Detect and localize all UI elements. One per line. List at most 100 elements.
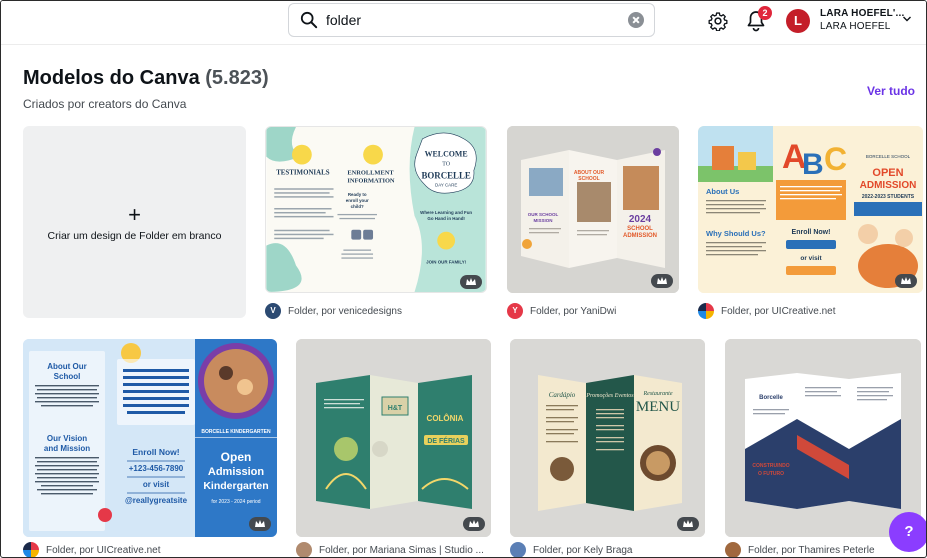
- template-card-3[interactable]: About Us Why Should Us? A B C Enroll Now…: [698, 126, 923, 293]
- template-4-text-open: Open: [221, 450, 252, 464]
- search-input[interactable]: [326, 5, 628, 35]
- template-3-text-enroll: Enroll Now!: [792, 229, 831, 236]
- template-4-text-period: for 2023 - 2024 period: [211, 499, 260, 505]
- section-subtitle: Criados por creators do Canva: [23, 97, 187, 111]
- section-title: Modelos do Canva (5.823): [23, 67, 269, 90]
- template-card-6[interactable]: Cardápio Promoções Eventos Restaurante M…: [510, 339, 705, 537]
- template-thumbnail-1: TESTIMONIALS ENROLLMENT INFORMATION Read…: [266, 127, 486, 292]
- template-thumbnail-4: About Our School Our Vision and Mission …: [23, 339, 277, 537]
- template-caption-text: Folder, por Kely Braga: [533, 544, 633, 556]
- template-caption-7[interactable]: Folder, por Thamires Peterle: [725, 542, 875, 557]
- template-thumbnail-2: ABOUT OUR SCHOOL 2024 SCHOOL ADMISSION O…: [507, 126, 679, 293]
- create-blank-design-label: Criar um design de Folder em branco: [47, 230, 222, 242]
- section-count: (5.823): [205, 67, 269, 89]
- team-name[interactable]: LARA HOEFEL: [820, 21, 891, 32]
- template-2-text-2024: 2024: [629, 214, 652, 225]
- template-caption-text: Folder, por YaniDwi: [530, 305, 617, 317]
- premium-badge: [677, 517, 699, 531]
- creator-avatar: [698, 303, 714, 319]
- template-card-5[interactable]: H&T COLÔNIA DE FÉRIAS: [296, 339, 491, 537]
- template-5-text-colonia: COLÔNIA: [427, 414, 464, 423]
- premium-badge: [895, 274, 917, 288]
- template-3-text-about: About Us: [706, 187, 739, 196]
- template-2-text-school: SCHOOL: [578, 176, 599, 182]
- template-6-text-menu: MENU: [636, 399, 680, 415]
- premium-badge: [249, 517, 271, 531]
- template-1-text-hand: Go Hand in Hand!: [427, 216, 465, 221]
- template-1-text-join: JOIN OUR FAMILY!: [426, 259, 467, 264]
- template-caption-4[interactable]: Folder, por UICreative.net: [23, 542, 161, 557]
- see-all-link[interactable]: Ver tudo: [867, 84, 915, 98]
- template-7-text-futuro: O FUTURO: [758, 471, 784, 477]
- template-card-2[interactable]: ABOUT OUR SCHOOL 2024 SCHOOL ADMISSION O…: [507, 126, 679, 293]
- creator-avatar: Y: [507, 303, 523, 319]
- help-button[interactable]: ?: [889, 512, 926, 552]
- creator-avatar: [725, 542, 741, 557]
- template-2-text-school2: SCHOOL: [627, 226, 653, 232]
- template-3-text-open: OPEN: [872, 167, 903, 179]
- template-caption-3[interactable]: Folder, por UICreative.net: [698, 303, 836, 319]
- template-2-text-our: OUR SCHOOL: [528, 212, 559, 217]
- template-1-text-borcelle: BORCELLE: [421, 170, 470, 180]
- search-bar[interactable]: [288, 3, 655, 37]
- template-caption-1[interactable]: V Folder, por venicedesigns: [265, 303, 402, 319]
- creator-avatar: V: [265, 303, 281, 319]
- template-card-1[interactable]: TESTIMONIALS ENROLLMENT INFORMATION Read…: [265, 126, 487, 293]
- template-1-text-daycare: DAY CARE: [435, 182, 457, 187]
- template-1-text-to: TO: [442, 162, 451, 168]
- template-6-text-promo: Promoções Eventos: [585, 393, 634, 399]
- template-3-text-admission: ADMISSION: [860, 180, 917, 191]
- template-4-text-admission: Admission: [208, 466, 265, 478]
- template-card-7[interactable]: Borcelle CONSTRUINDO O FUTURO: [725, 339, 921, 537]
- template-card-4[interactable]: About Our School Our Vision and Mission …: [23, 339, 277, 537]
- gear-icon[interactable]: [708, 11, 728, 31]
- template-1-text-ready: Ready to: [348, 192, 367, 197]
- premium-badge: [463, 517, 485, 531]
- template-caption-text: Folder, por venicedesigns: [288, 305, 402, 317]
- creator-avatar: [23, 542, 39, 557]
- user-name[interactable]: LARA HOEFEL'...: [820, 8, 904, 19]
- notification-count-badge: 2: [758, 6, 772, 20]
- template-caption-2[interactable]: Y Folder, por YaniDwi: [507, 303, 616, 319]
- template-4-text-school: School: [54, 372, 81, 381]
- top-bar: 2 L LARA HOEFEL'... LARA HOEFEL: [1, 1, 926, 45]
- template-caption-text: Folder, por Mariana Simas | Studio ...: [319, 544, 484, 556]
- template-5-text-ferias: DE FÉRIAS: [427, 436, 465, 445]
- template-4-text-mission: and Mission: [44, 444, 90, 453]
- template-4-text-visit: or visit: [143, 480, 170, 489]
- template-thumbnail-5: H&T COLÔNIA DE FÉRIAS: [296, 339, 491, 537]
- template-thumbnail-6: Cardápio Promoções Eventos Restaurante M…: [510, 339, 705, 537]
- template-caption-6[interactable]: Folder, por Kely Braga: [510, 542, 633, 557]
- template-3-text-school: BORCELLE SCHOOL: [866, 154, 911, 159]
- template-5-text-ht: H&T: [388, 405, 403, 412]
- template-caption-5[interactable]: Folder, por Mariana Simas | Studio ...: [296, 542, 484, 557]
- template-7-text-borcelle: Borcelle: [759, 395, 783, 401]
- template-1-text-information: INFORMATION: [347, 177, 395, 184]
- template-thumbnail-7: Borcelle CONSTRUINDO O FUTURO: [725, 339, 921, 537]
- template-6-text-restaurante: Restaurante: [643, 391, 673, 397]
- template-4-text-enroll: Enroll Now!: [132, 447, 179, 457]
- template-4-text-site: @reallygreatsite: [125, 496, 188, 505]
- chevron-down-icon[interactable]: [902, 14, 912, 24]
- clear-search-icon[interactable]: [628, 12, 644, 28]
- create-blank-design-card[interactable]: + Criar um design de Folder em branco: [23, 126, 246, 318]
- template-7-text-construindo: CONSTRUINDO: [752, 463, 789, 469]
- template-caption-text: Folder, por UICreative.net: [46, 544, 161, 556]
- search-icon: [300, 11, 318, 29]
- user-avatar[interactable]: L: [786, 9, 810, 33]
- plus-icon: +: [128, 202, 141, 227]
- template-1-text-testimonials: TESTIMONIALS: [276, 169, 330, 176]
- section-title-text: Modelos do Canva: [23, 67, 200, 89]
- template-2-text-admission: ADMISSION: [623, 233, 657, 239]
- template-6-text-cardapio: Cardápio: [549, 391, 576, 399]
- template-thumbnail-3: About Us Why Should Us? A B C Enroll Now…: [698, 126, 923, 293]
- template-1-text-enroll: enroll your: [346, 198, 369, 203]
- crown-icon: [683, 520, 693, 527]
- template-4-text-borcelle: BORCELLE KINDERGARTEN: [201, 429, 271, 435]
- template-caption-text: Folder, por Thamires Peterle: [748, 544, 875, 556]
- crown-icon: [901, 277, 911, 284]
- crown-icon: [657, 277, 667, 284]
- creator-avatar: [296, 542, 312, 557]
- crown-icon: [466, 278, 476, 285]
- svg-text:C: C: [824, 141, 847, 177]
